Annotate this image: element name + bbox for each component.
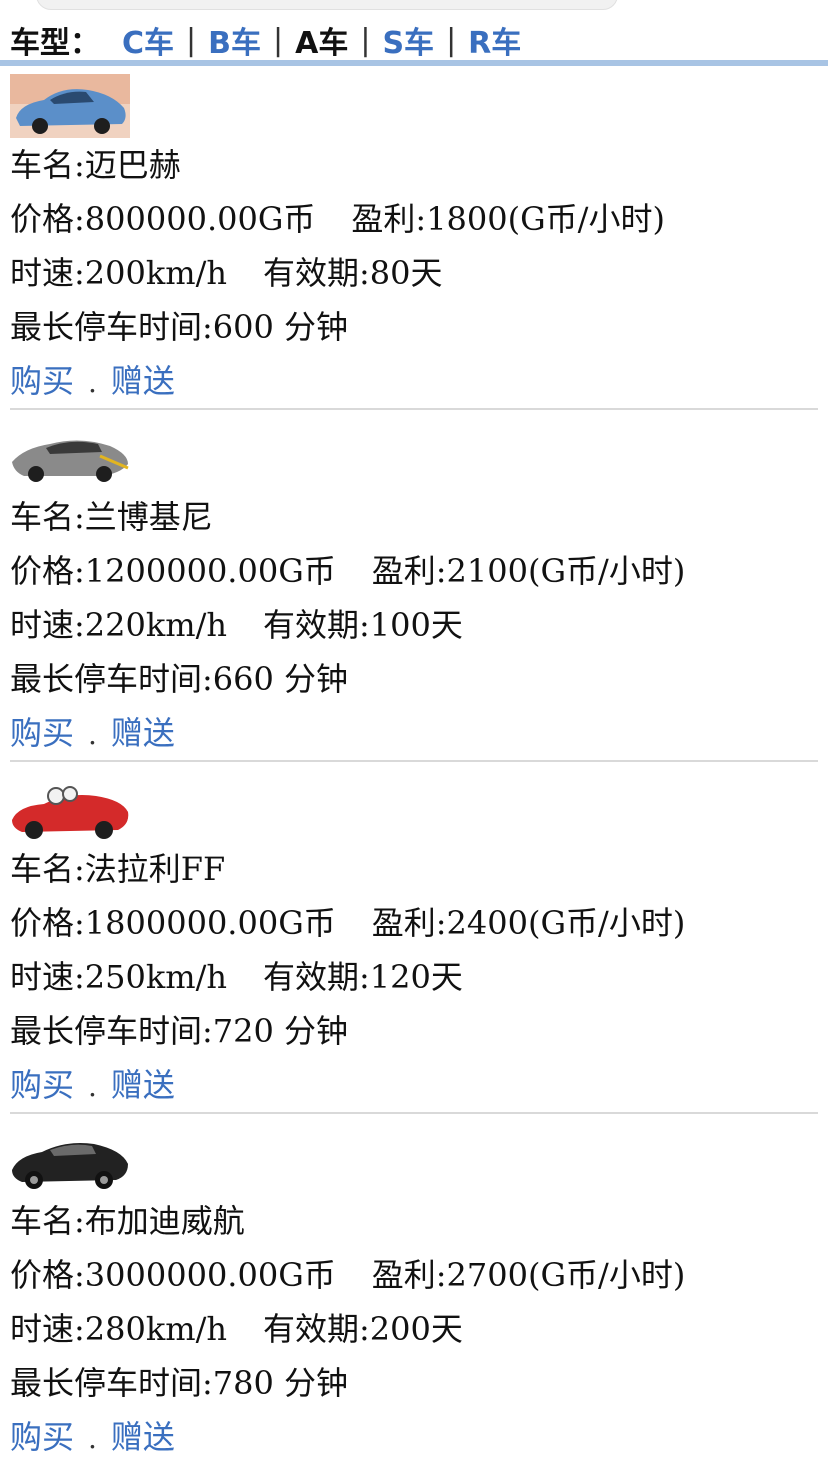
- car-card: 车名:法拉利FF 价格:1800000.00G币 盈利:2400(G币/小时) 时…: [10, 770, 818, 1114]
- tab-s-car[interactable]: S车: [382, 18, 434, 62]
- car-parking-time: 最长停车时间:600 分钟: [10, 308, 349, 346]
- tab-r-car[interactable]: R车: [468, 18, 521, 62]
- car-parking-time: 最长停车时间:720 分钟: [10, 1012, 349, 1050]
- car-validity: 有效期:120天: [263, 958, 463, 996]
- buy-link[interactable]: 购买: [10, 362, 74, 400]
- car-profit: 盈利:2400(G币/小时): [371, 904, 686, 942]
- car-profit: 盈利:2700(G币/小时): [371, 1256, 686, 1294]
- car-price: 价格:3000000.00G币: [10, 1256, 336, 1294]
- action-separator: .: [88, 718, 97, 751]
- tab-c-car[interactable]: C车: [122, 18, 174, 62]
- tab-a-car[interactable]: A车: [295, 18, 348, 62]
- gift-link[interactable]: 赠送: [111, 714, 175, 752]
- car-speed: 时速:220km/h: [10, 606, 227, 644]
- gift-link[interactable]: 赠送: [111, 1418, 175, 1456]
- car-name: 车名:布加迪威航: [10, 1202, 245, 1240]
- card-divider: [10, 760, 818, 762]
- car-actions: 购买. 赠送: [10, 706, 818, 760]
- price-profit-row: 价格:3000000.00G币 盈利:2700(G币/小时): [10, 1248, 818, 1302]
- car-price: 价格:800000.00G币: [10, 200, 316, 238]
- car-name: 车名:迈巴赫: [10, 146, 181, 184]
- car-type-label: 车型：: [10, 26, 100, 61]
- car-profit: 盈利:1800(G币/小时): [351, 200, 665, 238]
- speed-validity-row: 时速:200km/h 有效期:80天: [10, 246, 818, 300]
- car-price: 价格:1800000.00G币: [10, 904, 336, 942]
- card-divider: [10, 1112, 818, 1114]
- car-speed: 时速:200km/h: [10, 254, 227, 292]
- action-separator: .: [88, 366, 97, 399]
- speed-validity-row: 时速:250km/h 有效期:120天: [10, 950, 818, 1004]
- car-validity: 有效期:80天: [263, 254, 443, 292]
- card-divider: [10, 408, 818, 410]
- car-name: 车名:兰博基尼: [10, 498, 213, 536]
- price-profit-row: 价格:1800000.00G币 盈利:2400(G币/小时): [10, 896, 818, 950]
- buy-link[interactable]: 购买: [10, 714, 74, 752]
- car-speed: 时速:250km/h: [10, 958, 227, 996]
- car-card: 车名:迈巴赫 价格:800000.00G币 盈利:1800(G币/小时) 时速:2…: [10, 66, 818, 410]
- gift-link[interactable]: 赠送: [111, 1066, 175, 1104]
- tab-separator: |: [446, 22, 457, 58]
- action-separator: .: [88, 1070, 97, 1103]
- speed-validity-row: 时速:220km/h 有效期:100天: [10, 598, 818, 652]
- car-actions: 购买. 赠送: [10, 1058, 818, 1112]
- car-validity: 有效期:100天: [263, 606, 463, 644]
- car-card: 车名:兰博基尼 价格:1200000.00G币 盈利:2100(G币/小时) 时速…: [10, 418, 818, 762]
- car-actions: 购买. 赠送: [10, 1410, 818, 1464]
- buy-link[interactable]: 购买: [10, 1066, 74, 1104]
- car-image: [10, 778, 130, 842]
- car-image: [10, 426, 130, 490]
- car-parking-time: 最长停车时间:780 分钟: [10, 1364, 349, 1402]
- price-profit-row: 价格:800000.00G币 盈利:1800(G币/小时): [10, 192, 818, 246]
- search-box-edge: [36, 0, 618, 10]
- tab-separator: |: [186, 22, 197, 58]
- speed-validity-row: 时速:280km/h 有效期:200天: [10, 1302, 818, 1356]
- car-image: [10, 1130, 130, 1194]
- car-card: 车名:布加迪威航 价格:3000000.00G币 盈利:2700(G币/小时) 时…: [10, 1122, 818, 1464]
- car-type-filter: 车型： C车 | B车 | A车 | S车 | R车: [10, 18, 521, 62]
- price-profit-row: 价格:1200000.00G币 盈利:2100(G币/小时): [10, 544, 818, 598]
- car-speed: 时速:280km/h: [10, 1310, 227, 1348]
- car-image: [10, 74, 130, 138]
- tab-separator: |: [360, 22, 371, 58]
- action-separator: .: [88, 1422, 97, 1455]
- car-name: 车名:法拉利FF: [10, 850, 226, 888]
- car-price: 价格:1200000.00G币: [10, 552, 336, 590]
- car-parking-time: 最长停车时间:660 分钟: [10, 660, 349, 698]
- tab-b-car[interactable]: B车: [208, 18, 261, 62]
- car-actions: 购买. 赠送: [10, 354, 818, 408]
- car-validity: 有效期:200天: [263, 1310, 463, 1348]
- car-profit: 盈利:2100(G币/小时): [371, 552, 686, 590]
- tab-separator: |: [273, 22, 284, 58]
- gift-link[interactable]: 赠送: [111, 362, 175, 400]
- buy-link[interactable]: 购买: [10, 1418, 74, 1456]
